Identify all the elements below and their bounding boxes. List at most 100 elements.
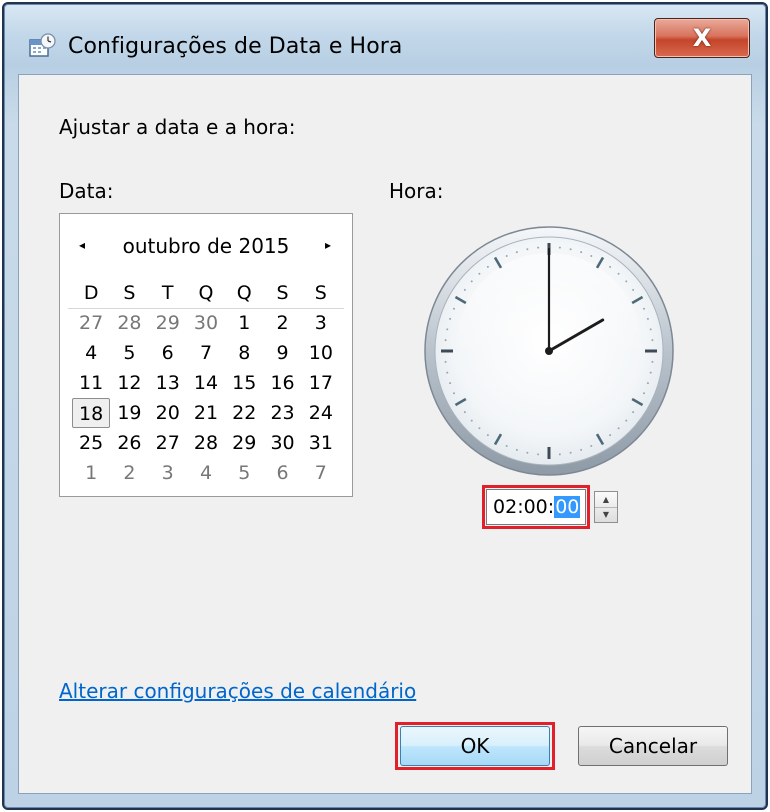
spin-down-icon[interactable]: ▼: [595, 507, 617, 522]
calendar-day[interactable]: 31: [302, 428, 340, 458]
calendar-day[interactable]: 14: [187, 368, 225, 398]
calendar-day[interactable]: 27: [72, 308, 110, 338]
date-time-settings-window: Configurações de Data e Hora X Ajustar a…: [2, 2, 768, 810]
calendar-day[interactable]: 1: [72, 458, 110, 488]
minute-dot: [617, 427, 620, 430]
minute-dot: [646, 317, 649, 320]
calendar-day[interactable]: 4: [187, 458, 225, 488]
calendar-day[interactable]: 24: [302, 398, 340, 428]
minute-dot: [609, 265, 612, 268]
minute-dot: [446, 328, 449, 331]
minute-dot: [470, 280, 473, 283]
calendar-week-row: 1234567: [72, 458, 340, 488]
next-month-icon[interactable]: ▸: [318, 238, 338, 258]
calendar-day[interactable]: 1: [225, 308, 263, 338]
adjust-heading: Ajustar a data e a hora:: [59, 115, 296, 139]
time-seconds[interactable]: 00: [554, 496, 581, 518]
calendar-day[interactable]: 21: [187, 398, 225, 428]
calendar-day[interactable]: 5: [225, 458, 263, 488]
close-icon: X: [692, 24, 712, 52]
ok-button[interactable]: OK: [400, 726, 550, 766]
calendar-day[interactable]: 6: [263, 458, 301, 488]
calendar-week-row: 27 28 29 30 1 2 3: [72, 308, 340, 338]
minute-dot: [558, 246, 561, 249]
minute-dot: [537, 246, 540, 249]
calendar-day[interactable]: 3: [302, 308, 340, 338]
calendar-day[interactable]: 4: [72, 338, 110, 368]
minute-dot: [478, 427, 481, 430]
calendar-day[interactable]: 15: [225, 368, 263, 398]
calendar-day[interactable]: 18: [72, 398, 111, 428]
calendar-clock-icon: [28, 32, 56, 60]
minute-dot: [537, 453, 540, 456]
minute-dot: [617, 272, 620, 275]
calendar-day[interactable]: 29: [225, 428, 263, 458]
minute-dot: [590, 254, 593, 257]
calendar-day[interactable]: 16: [263, 368, 301, 398]
minute-dot: [515, 448, 518, 451]
calendar-day[interactable]: 30: [187, 308, 225, 338]
weekday-label: D: [83, 282, 99, 304]
weekday-label: Q: [236, 282, 252, 304]
calendar-month-title[interactable]: outubro de 2015: [60, 234, 352, 258]
calendar-day[interactable]: 9: [263, 338, 301, 368]
minute-dot: [651, 360, 654, 363]
time-field[interactable]: 02:00:00: [486, 489, 586, 525]
minute-dot: [643, 307, 646, 310]
calendar-day[interactable]: 10: [302, 338, 340, 368]
calendar-day[interactable]: 7: [302, 458, 340, 488]
analog-clock: [424, 226, 674, 476]
calendar-day[interactable]: 19: [110, 398, 148, 428]
spin-up-icon[interactable]: ▲: [595, 492, 617, 508]
minute-dot: [580, 251, 583, 254]
minute-dot: [444, 360, 447, 363]
calendar-day[interactable]: 28: [187, 428, 225, 458]
calendar-week-row: 18 19 20 21 22 23 24: [72, 398, 340, 428]
calendar-day[interactable]: 13: [149, 368, 187, 398]
minute-dot: [649, 328, 652, 331]
calendar-day[interactable]: 6: [149, 338, 187, 368]
calendar-header: ◂ outubro de 2015 ▸: [60, 232, 352, 266]
minute-dot: [632, 411, 635, 414]
calendar-day[interactable]: 17: [302, 368, 340, 398]
weekday-label: T: [161, 282, 174, 304]
minute-dot: [569, 451, 572, 454]
calendar-day[interactable]: 11: [72, 368, 110, 398]
change-calendar-settings-link[interactable]: Alterar configurações de calendário: [59, 679, 416, 703]
calendar-day[interactable]: 29: [149, 308, 187, 338]
weekday-header-row: D S T QQ S S: [72, 278, 340, 308]
calendar-day[interactable]: 12: [110, 368, 148, 398]
minute-dot: [526, 451, 529, 454]
minute-dot: [449, 317, 452, 320]
calendar-day[interactable]: 2: [263, 308, 301, 338]
calendar-day[interactable]: 26: [110, 428, 148, 458]
minute-dot: [463, 411, 466, 414]
time-spinner[interactable]: ▲ ▼: [594, 491, 618, 523]
calendar-day[interactable]: 5: [110, 338, 148, 368]
cancel-button[interactable]: Cancelar: [578, 726, 728, 766]
weekday-label: S: [123, 282, 136, 304]
calendar-day[interactable]: 27: [149, 428, 187, 458]
calendar-day[interactable]: 25: [72, 428, 110, 458]
calendar-day[interactable]: 28: [110, 308, 148, 338]
calendar-week-row: 25 26 27 28 29 30 31: [72, 428, 340, 458]
calendar-day[interactable]: 2: [110, 458, 148, 488]
weekday-label: S: [314, 282, 327, 304]
minute-dot: [649, 371, 652, 374]
calendar-day[interactable]: 20: [149, 398, 187, 428]
minute-dot: [515, 251, 518, 254]
minute-dot: [569, 248, 572, 251]
weekday-label: S: [276, 282, 289, 304]
time-minutes[interactable]: 00: [524, 496, 548, 518]
close-button[interactable]: X: [654, 18, 750, 58]
minute-dot: [452, 392, 455, 395]
calendar-day[interactable]: 23: [263, 398, 301, 428]
calendar-day[interactable]: 8: [225, 338, 263, 368]
calendar-day[interactable]: 3: [149, 458, 187, 488]
calendar-week-row: 11 12 13 14 15 16 17: [72, 368, 340, 398]
minute-dot: [580, 448, 583, 451]
calendar-day[interactable]: 7: [187, 338, 225, 368]
calendar-day[interactable]: 30: [263, 428, 301, 458]
calendar-day[interactable]: 22: [225, 398, 263, 428]
time-hours[interactable]: 02: [493, 496, 517, 518]
